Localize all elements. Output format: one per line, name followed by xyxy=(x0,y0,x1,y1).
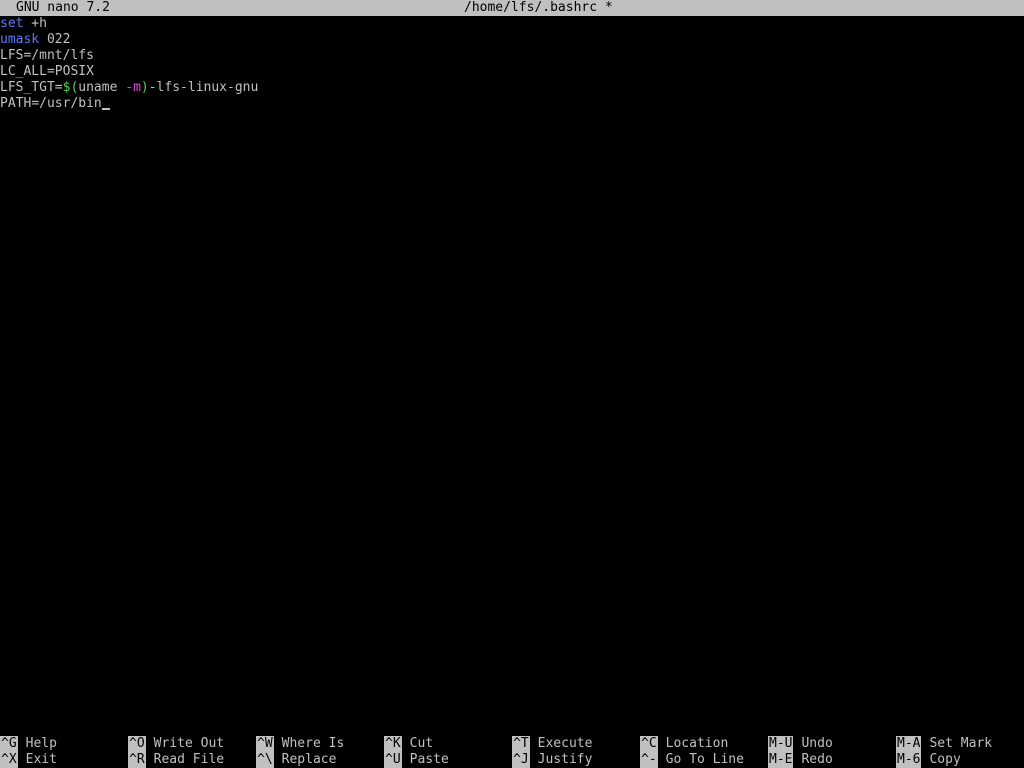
code-token: = xyxy=(46,64,55,79)
shortcut-item[interactable]: ^O Write Out xyxy=(128,736,224,752)
file-title: /home/lfs/.bashrc * xyxy=(464,0,613,16)
shortcut-item[interactable]: ^U Paste xyxy=(384,752,449,768)
text-cursor xyxy=(101,96,110,110)
code-token: +h xyxy=(23,16,47,31)
shortcut-key: M-A xyxy=(896,736,922,752)
shortcut-item[interactable]: M-E Redo xyxy=(768,752,833,768)
code-token: POSIX xyxy=(54,64,94,79)
code-token: 022 xyxy=(39,32,71,47)
shortcut-item[interactable]: ^C Location xyxy=(640,736,728,752)
code-token: LFS_TGT xyxy=(0,80,55,95)
shortcut-key: M-U xyxy=(768,736,794,752)
title-bar: GNU nano 7.2 /home/lfs/.bashrc * xyxy=(0,0,1024,16)
file-path: /home/lfs/.bashrc xyxy=(464,0,598,15)
shortcut-item[interactable]: ^W Where Is xyxy=(256,736,344,752)
code-token: =/mnt/lfs xyxy=(23,48,94,63)
code-token: -lfs-linux-gnu xyxy=(148,80,259,95)
shortcut-bar: ^G Help ^X Exit ^O Write Out ^R Read File ^W Wher… xyxy=(0,736,1024,768)
shortcut-label: Read File xyxy=(153,752,225,767)
editor-area[interactable]: set +h umask 022 LFS=/mnt/lfs LC_ALL=POSIX L… xyxy=(0,16,1024,112)
editor-line[interactable]: LFS=/mnt/lfs xyxy=(0,48,1024,64)
shortcut-item[interactable]: ^X Exit xyxy=(0,752,57,768)
code-token: uname xyxy=(78,80,126,95)
shortcut-key: ^J xyxy=(512,752,530,768)
code-token: =/usr/bin xyxy=(31,96,102,111)
shortcut-item[interactable]: ^G Help xyxy=(0,736,57,752)
shortcut-key: ^R xyxy=(128,752,146,768)
shortcut-label: Paste xyxy=(409,752,449,767)
editor-line[interactable]: umask 022 xyxy=(0,32,1024,48)
shortcut-item[interactable]: ^R Read File xyxy=(128,752,224,768)
shortcut-item[interactable]: ^T Execute xyxy=(512,736,592,752)
code-token: umask xyxy=(0,32,40,47)
shortcut-item[interactable]: ^K Cut xyxy=(384,736,433,752)
shortcut-key: ^G xyxy=(0,736,18,752)
code-token: $( xyxy=(62,80,79,95)
shortcut-label: Write Out xyxy=(153,736,225,751)
shortcut-key: M-E xyxy=(768,752,794,768)
shortcut-label: Copy xyxy=(929,752,961,767)
shortcut-key: ^- xyxy=(640,752,658,768)
shortcut-label: Exit xyxy=(25,752,57,767)
editor-line[interactable]: LC_ALL=POSIX xyxy=(0,64,1024,80)
code-token: = xyxy=(54,80,63,95)
modified-marker: * xyxy=(604,0,613,15)
code-token: -m xyxy=(125,80,141,95)
code-token: LFS xyxy=(0,48,24,63)
shortcut-key: ^X xyxy=(0,752,18,768)
shortcut-label: Go To Line xyxy=(665,752,744,767)
shortcut-item[interactable]: M-U Undo xyxy=(768,736,833,752)
code-token: set xyxy=(0,16,24,31)
shortcut-item[interactable]: M-6 Copy xyxy=(896,752,961,768)
shortcut-item[interactable]: ^- Go To Line xyxy=(640,752,744,768)
shortcut-key: ^W xyxy=(256,736,274,752)
editor-line[interactable]: PATH=/usr/bin xyxy=(0,96,1024,112)
shortcut-key: ^C xyxy=(640,736,658,752)
shortcut-item[interactable]: M-A Set Mark xyxy=(896,736,992,752)
shortcut-item[interactable]: ^\ Replace xyxy=(256,752,336,768)
shortcut-label: Execute xyxy=(537,736,593,751)
shortcut-key: ^T xyxy=(512,736,530,752)
shortcut-label: Cut xyxy=(409,736,434,751)
shortcut-label: Set Mark xyxy=(929,736,993,751)
shortcut-key: ^O xyxy=(128,736,146,752)
code-token: ) xyxy=(140,80,149,95)
shortcut-label: Help xyxy=(25,736,57,751)
shortcut-label: Replace xyxy=(281,752,337,767)
editor-line[interactable]: LFS_TGT=$(uname -m)-lfs-linux-gnu xyxy=(0,80,1024,96)
app-name: GNU nano 7.2 xyxy=(16,0,110,15)
code-token: LC_ALL xyxy=(0,64,47,79)
shortcut-key: M-6 xyxy=(896,752,922,768)
shortcut-label: Justify xyxy=(537,752,593,767)
editor-line[interactable]: set +h xyxy=(0,16,1024,32)
shortcut-key: ^K xyxy=(384,736,402,752)
code-token: PATH xyxy=(0,96,32,111)
shortcut-label: Undo xyxy=(801,736,833,751)
shortcut-label: Redo xyxy=(801,752,833,767)
shortcut-label: Where Is xyxy=(281,736,345,751)
shortcut-label: Location xyxy=(665,736,729,751)
shortcut-item[interactable]: ^J Justify xyxy=(512,752,592,768)
shortcut-key: ^\ xyxy=(256,752,274,768)
shortcut-key: ^U xyxy=(384,752,402,768)
